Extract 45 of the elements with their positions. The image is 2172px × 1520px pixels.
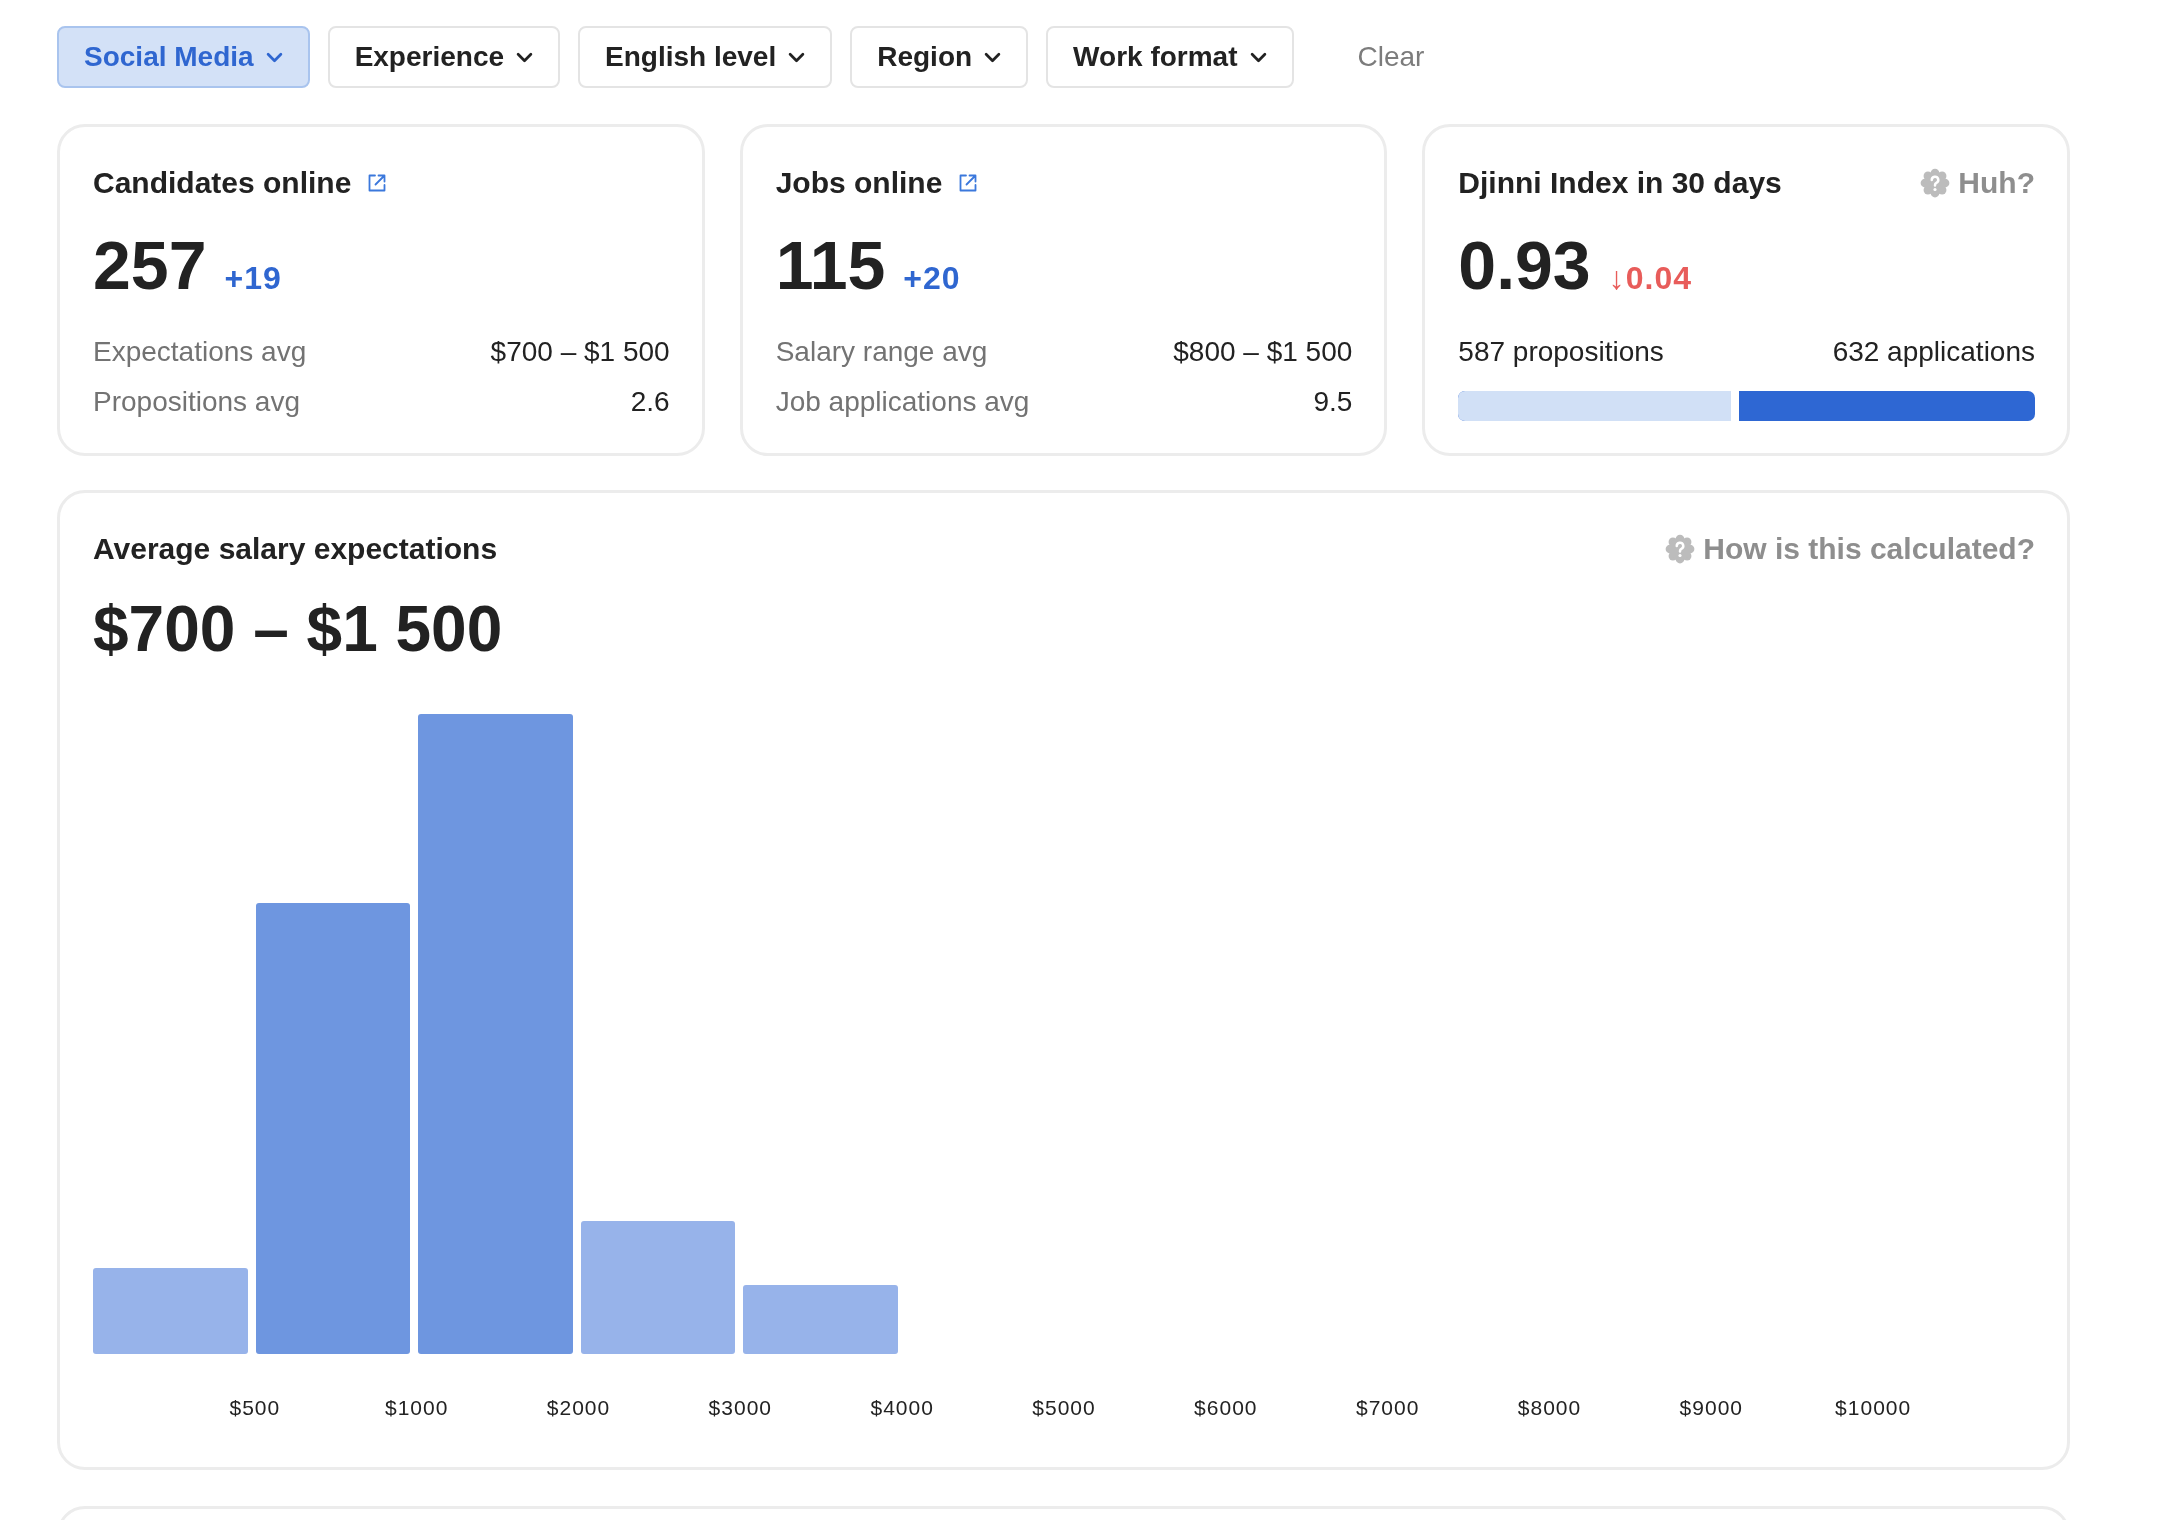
stat-label: Job applications avg	[775, 385, 1030, 419]
stat-value: 2.6	[630, 385, 670, 419]
axis-label: $500	[228, 1396, 282, 1420]
clear-button[interactable]: Clear	[1357, 41, 1425, 73]
stat-change: ↓0.04	[1608, 260, 1692, 297]
card-title: Djinni Index in 30 days	[1458, 166, 1782, 200]
stat-change: +19	[224, 260, 282, 297]
axis-label: $5000	[1031, 1396, 1097, 1420]
axis-label: $9000	[1678, 1396, 1744, 1420]
help-icon	[1920, 168, 1951, 198]
stat-value: $800 – $1 500	[1173, 335, 1353, 369]
stat-label: Propositions avg	[93, 385, 300, 419]
filter-dropdown[interactable]: Social Media	[57, 26, 310, 88]
filter-dropdown[interactable]: Experience	[327, 26, 561, 88]
stat-number: 257	[93, 231, 207, 299]
stat-value: $700 – $1 500	[490, 335, 670, 369]
card-title: Jobs online	[775, 166, 943, 200]
stat-label: Salary range avg	[775, 335, 988, 369]
axis-label: $10000	[1834, 1396, 1913, 1420]
axis-label: $7000	[1354, 1396, 1421, 1420]
chart-title: Average salary expectations	[93, 532, 498, 566]
applications-count: 632 applications	[1832, 335, 2035, 369]
propositions-count: 587 propositions	[1458, 335, 1664, 369]
help-icon	[1665, 534, 1696, 564]
chevron-down-icon	[265, 51, 283, 63]
card-title: Candidates online	[93, 166, 352, 200]
salary-range: $700 – $1 500	[93, 596, 504, 662]
axis-label: $6000	[1193, 1396, 1259, 1420]
chevron-down-icon	[516, 51, 534, 63]
stat-value: 9.5	[1313, 385, 1353, 419]
filter-dropdown[interactable]: English level	[578, 26, 833, 88]
stat-number: 0.93	[1458, 231, 1591, 299]
filter-dropdown[interactable]: Work format	[1046, 26, 1294, 88]
filter-dropdown[interactable]: Region	[850, 26, 1029, 88]
axis-label: $4000	[869, 1396, 935, 1420]
axis-label: $3000	[707, 1396, 773, 1420]
chevron-down-icon	[984, 51, 1002, 63]
chevron-down-icon	[1249, 51, 1267, 63]
stat-label: Expectations avg	[93, 335, 307, 369]
stat-change: +20	[903, 260, 961, 297]
chevron-down-icon	[788, 51, 806, 63]
axis-label: $8000	[1516, 1396, 1583, 1420]
axis-label: $1000	[383, 1396, 450, 1420]
axis-label: $2000	[545, 1396, 612, 1420]
stat-number: 115	[775, 231, 886, 299]
